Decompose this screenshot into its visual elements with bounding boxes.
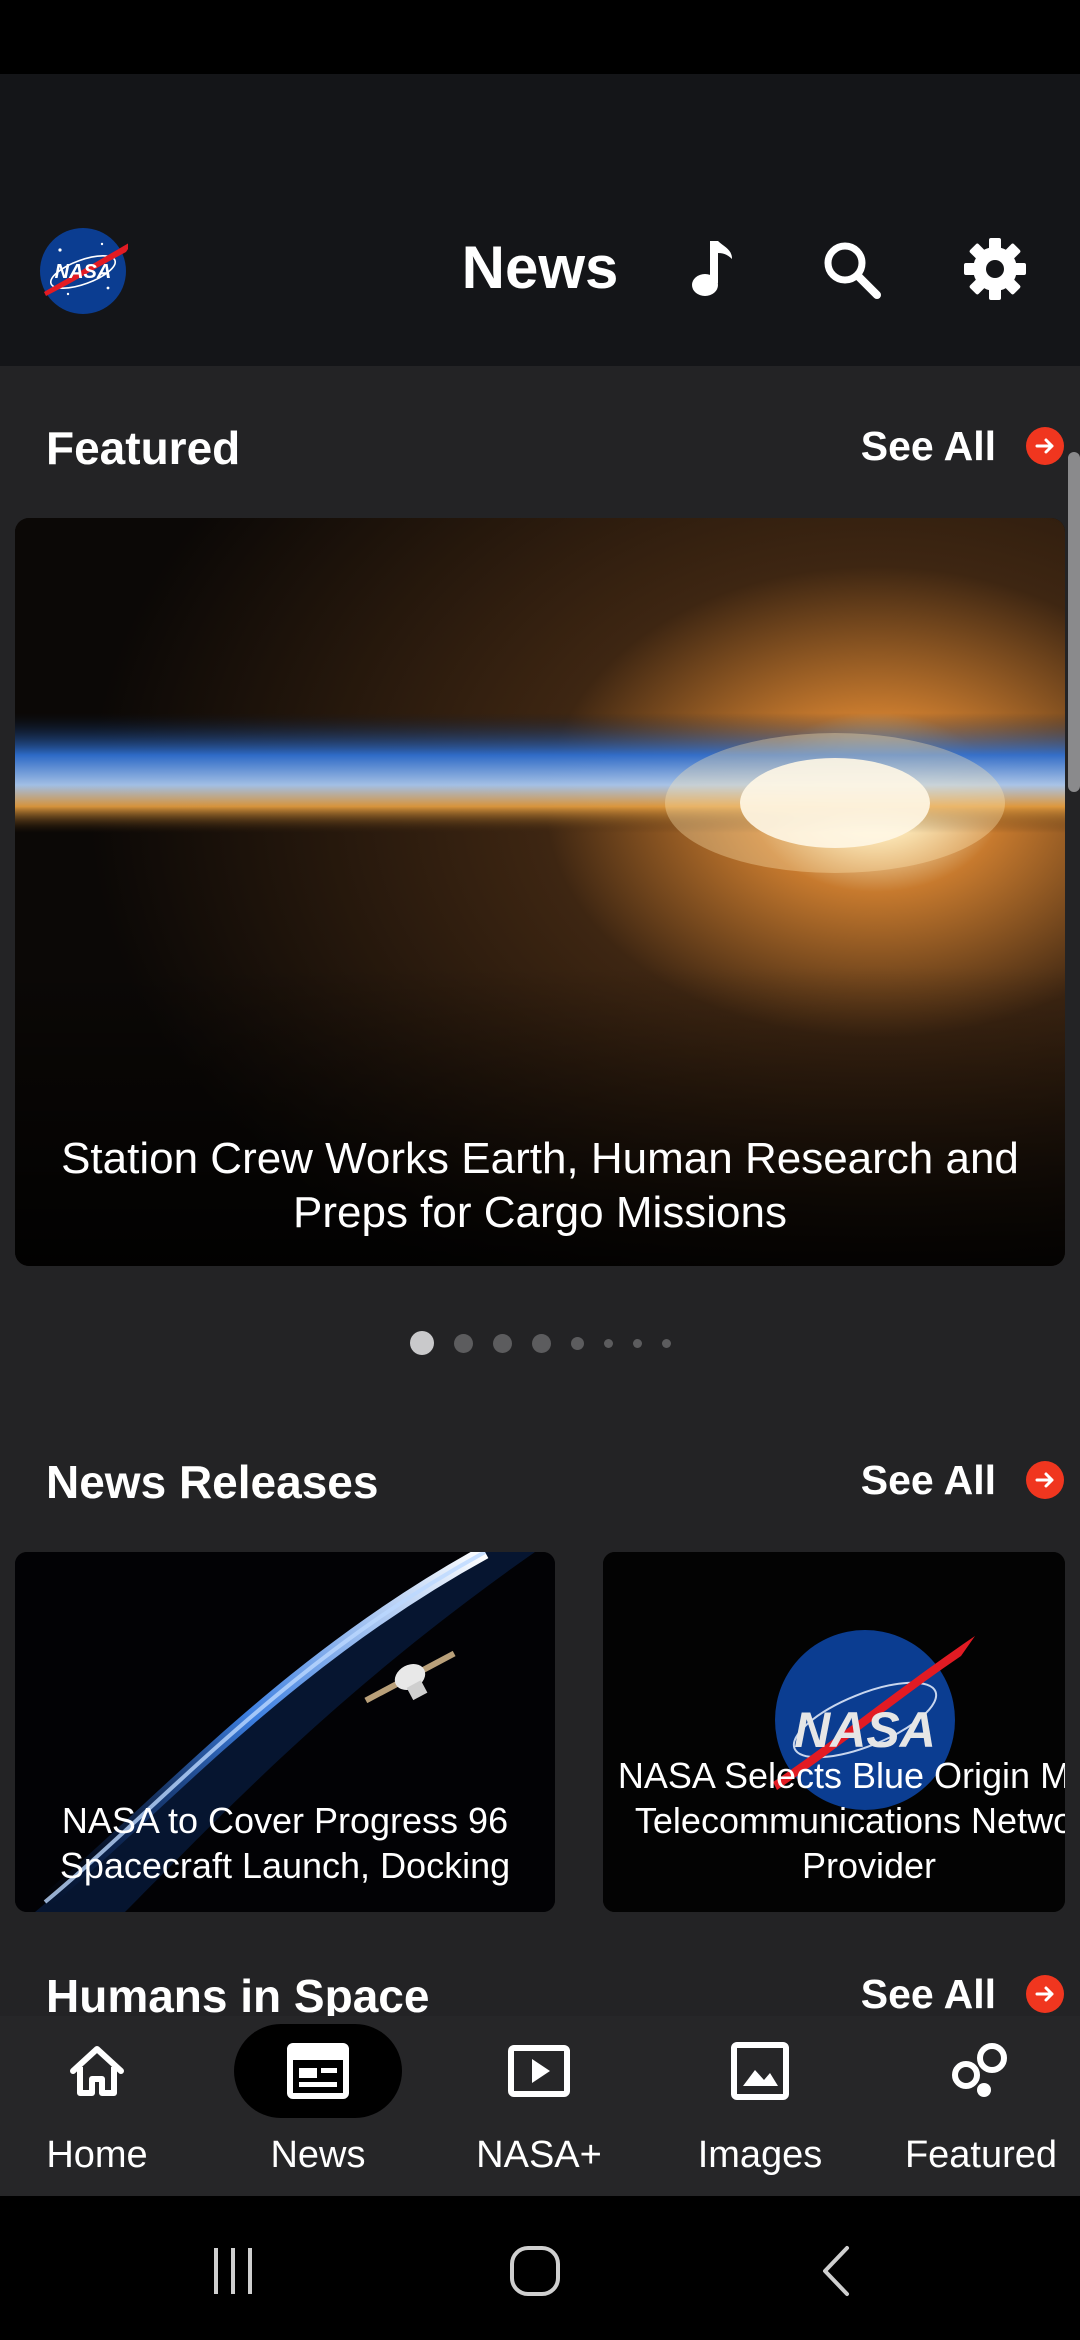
news-release-caption: NASA Selects Blue Origin Mars Telecommun…	[617, 1755, 1065, 1886]
status-bar	[0, 0, 1080, 74]
nav-label: Images	[697, 2134, 823, 2176]
nav-item-news[interactable]: News	[234, 2016, 402, 2196]
humans-in-space-see-all-button[interactable]: See All	[861, 1964, 1064, 2016]
nav-label: Home	[46, 2134, 148, 2176]
nav-pill-active	[234, 2024, 402, 2118]
featured-card[interactable]: Station Crew Works Earth, Human Research…	[15, 518, 1065, 1266]
featured-see-all-button[interactable]: See All	[861, 416, 1064, 476]
gear-icon[interactable]	[959, 233, 1031, 305]
play-icon	[508, 2045, 570, 2097]
pagination-dot[interactable]	[531, 1333, 551, 1353]
image-icon	[731, 2042, 789, 2100]
nav-item-images[interactable]: Images	[676, 2016, 844, 2196]
pagination-dot[interactable]	[632, 1338, 642, 1348]
nav-pill	[676, 2024, 844, 2118]
news-release-card[interactable]: NASA NASA Selects Blue Origin Mars Telec…	[603, 1552, 1065, 1912]
pagination-dot[interactable]	[492, 1333, 512, 1353]
featured-icon	[952, 2043, 1007, 2097]
home-icon	[70, 2046, 124, 2096]
back-icon[interactable]	[792, 2226, 882, 2316]
page-title: News	[461, 234, 619, 301]
news-releases-see-all-button[interactable]: See All	[861, 1450, 1064, 1510]
bottom-navigation: Home News NASA+ Images Featured	[0, 2016, 1080, 2196]
pagination-dot[interactable]	[570, 1336, 584, 1350]
home-button-icon[interactable]	[490, 2226, 580, 2316]
arrow-right-icon	[1026, 1461, 1064, 1499]
content-scroll-area[interactable]: Featured See All Station Crew Works Eart…	[0, 366, 1080, 2016]
arrow-right-icon	[1026, 1975, 1064, 2013]
arrow-right-icon	[1026, 427, 1064, 465]
news-releases-section-title: News Releases	[46, 1456, 379, 1508]
featured-card-caption: Station Crew Works Earth, Human Research…	[61, 1134, 1019, 1237]
pagination-dot[interactable]	[453, 1333, 473, 1353]
news-release-card[interactable]: NASA to Cover Progress 96 Spacecraft Lau…	[15, 1552, 555, 1912]
nav-pill	[13, 2024, 181, 2118]
scrollbar[interactable]	[1068, 452, 1080, 792]
nav-label: News	[270, 2134, 366, 2176]
nasa-image-text: NASA	[794, 1702, 936, 1758]
pagination-dot[interactable]	[661, 1338, 671, 1348]
see-all-label: See All	[860, 1970, 996, 2017]
nav-label: Featured	[904, 2134, 1058, 2176]
featured-section-title: Featured	[46, 422, 241, 474]
nasa-logo-text: NASA	[55, 261, 112, 283]
see-all-label: See All	[860, 422, 996, 469]
nav-item-nasa-plus[interactable]: NASA+	[455, 2016, 623, 2196]
nav-pill	[897, 2024, 1065, 2118]
humans-in-space-section-title: Humans in Space	[46, 1970, 430, 2016]
news-release-caption: NASA to Cover Progress 96 Spacecraft Lau…	[59, 1800, 511, 1886]
news-icon	[287, 2043, 349, 2099]
search-icon[interactable]	[815, 233, 887, 305]
recent-apps-icon[interactable]	[188, 2226, 278, 2316]
system-navigation-bar	[0, 2196, 1080, 2340]
carousel-pagination	[0, 1328, 1080, 1358]
music-note-icon[interactable]	[672, 233, 744, 305]
pagination-dot[interactable]	[603, 1338, 613, 1348]
nav-item-home[interactable]: Home	[13, 2016, 181, 2196]
nasa-logo[interactable]: NASA	[38, 226, 134, 316]
nav-item-featured[interactable]: Featured	[897, 2016, 1065, 2196]
app-bar	[0, 74, 1080, 366]
see-all-label: See All	[860, 1456, 996, 1503]
nav-label: NASA+	[476, 2134, 602, 2176]
nav-pill	[455, 2024, 623, 2118]
pagination-dot-active[interactable]	[409, 1331, 434, 1355]
